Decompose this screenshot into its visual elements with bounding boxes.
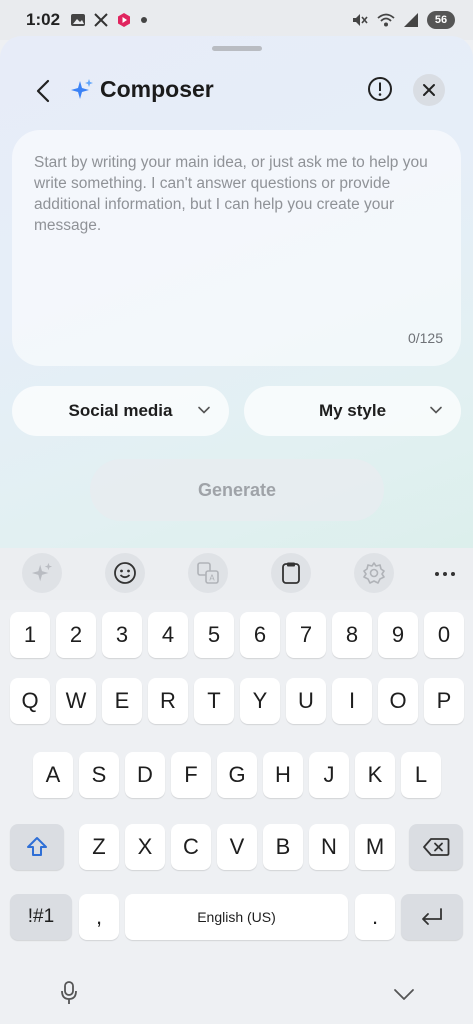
space-key[interactable]: English (US) [125, 894, 348, 940]
key-0[interactable]: 0 [424, 612, 464, 658]
backspace-key[interactable] [409, 824, 463, 870]
mute-icon [351, 12, 369, 28]
voice-input-button[interactable] [56, 978, 82, 1008]
chevron-down-icon [198, 406, 210, 414]
key-w[interactable]: W [56, 678, 96, 724]
key-j[interactable]: J [309, 752, 349, 798]
status-bar: 1:02 56 [0, 0, 473, 40]
key-3[interactable]: 3 [102, 612, 142, 658]
settings-icon [363, 562, 385, 584]
message-input-placeholder: Start by writing your main idea, or just… [34, 154, 428, 234]
key-2[interactable]: 2 [56, 612, 96, 658]
style-select[interactable]: My style [244, 386, 461, 436]
char-count: 0/125 [407, 330, 443, 346]
key-i[interactable]: I [332, 678, 372, 724]
dot-icon [140, 16, 148, 24]
comma-key[interactable]: , [79, 894, 119, 940]
key-g[interactable]: G [217, 752, 257, 798]
type-select-value: Social media [68, 401, 173, 420]
key-r[interactable]: R [148, 678, 188, 724]
key-f[interactable]: F [171, 752, 211, 798]
key-s[interactable]: S [79, 752, 119, 798]
key-o[interactable]: O [378, 678, 418, 724]
close-button[interactable] [413, 74, 445, 106]
sparkle-icon [31, 562, 53, 582]
key-1[interactable]: 1 [10, 612, 50, 658]
period-key[interactable]: . [355, 894, 395, 940]
key-b[interactable]: B [263, 824, 303, 870]
more-icon [435, 572, 455, 576]
keyboard: 1 2 3 4 5 6 7 8 9 0 Q W E R T Y U I O P … [0, 600, 473, 1024]
key-7[interactable]: 7 [286, 612, 326, 658]
key-l[interactable]: L [401, 752, 441, 798]
clipboard-icon [282, 562, 300, 584]
key-d[interactable]: D [125, 752, 165, 798]
key-9[interactable]: 9 [378, 612, 418, 658]
key-u[interactable]: U [286, 678, 326, 724]
composer-options: Social media My style [12, 386, 461, 436]
emoji-button[interactable] [105, 553, 145, 593]
key-v[interactable]: V [217, 824, 257, 870]
type-select[interactable]: Social media [12, 386, 229, 436]
composer-header: Composer [0, 66, 473, 114]
battery-icon: 56 [427, 11, 455, 29]
drag-handle[interactable] [212, 46, 262, 51]
key-z[interactable]: Z [79, 824, 119, 870]
info-button[interactable] [366, 75, 394, 103]
key-k[interactable]: K [355, 752, 395, 798]
back-arrow-icon [36, 79, 50, 103]
chevron-down-icon [430, 406, 442, 414]
microphone-icon [61, 981, 77, 1004]
keyboard-settings-button[interactable] [354, 553, 394, 593]
backspace-icon [423, 838, 450, 856]
composer-sheet: Composer Start by writing your main idea… [0, 36, 473, 548]
hide-keyboard-button[interactable] [390, 982, 418, 1006]
emoji-icon [114, 562, 136, 584]
key-t[interactable]: T [194, 678, 234, 724]
key-a[interactable]: A [33, 752, 73, 798]
shift-key[interactable] [10, 824, 64, 870]
shift-icon [27, 837, 47, 856]
image-icon [70, 12, 86, 28]
keyboard-toolbar: A [0, 548, 473, 600]
signal-icon [403, 12, 419, 28]
clipboard-button[interactable] [271, 553, 311, 593]
key-n[interactable]: N [309, 824, 349, 870]
enter-key[interactable] [401, 894, 463, 940]
status-time: 1:02 [26, 10, 61, 29]
key-m[interactable]: M [355, 824, 395, 870]
page-title: Composer [100, 76, 214, 102]
key-5[interactable]: 5 [194, 612, 234, 658]
record-icon [116, 12, 132, 28]
symbols-key[interactable]: !#1 [10, 894, 72, 940]
close-icon [423, 84, 435, 96]
message-input[interactable]: Start by writing your main idea, or just… [12, 130, 461, 366]
key-y[interactable]: Y [240, 678, 280, 724]
key-c[interactable]: C [171, 824, 211, 870]
key-x[interactable]: X [125, 824, 165, 870]
svg-text:A: A [209, 574, 215, 583]
wifi-icon [377, 12, 395, 28]
chevron-down-icon [394, 989, 414, 1000]
generate-button[interactable]: Generate [90, 459, 384, 521]
key-h[interactable]: H [263, 752, 303, 798]
key-4[interactable]: 4 [148, 612, 188, 658]
key-e[interactable]: E [102, 678, 142, 724]
info-icon [368, 77, 392, 101]
x-app-icon [94, 13, 108, 27]
navigation-bar [0, 968, 473, 1024]
ai-tools-button[interactable] [22, 553, 62, 593]
key-q[interactable]: Q [10, 678, 50, 724]
sparkle-icon [70, 78, 94, 102]
more-options-button[interactable] [428, 562, 462, 586]
translate-icon: A [197, 562, 219, 584]
back-button[interactable] [28, 76, 58, 106]
enter-icon [422, 908, 442, 925]
style-select-value: My style [318, 401, 387, 420]
key-6[interactable]: 6 [240, 612, 280, 658]
key-8[interactable]: 8 [332, 612, 372, 658]
translate-button[interactable]: A [188, 553, 228, 593]
key-p[interactable]: P [424, 678, 464, 724]
